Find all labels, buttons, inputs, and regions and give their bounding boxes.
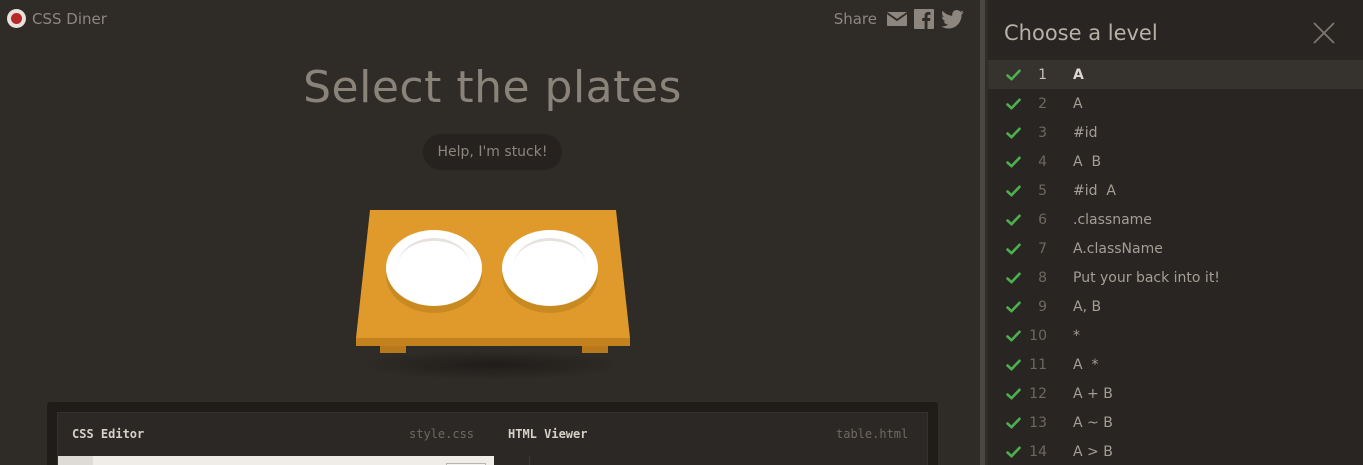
checkmark-icon: [1006, 330, 1023, 342]
level-number: 5: [1038, 182, 1047, 199]
share-bar: Share: [834, 9, 964, 29]
checkmark-icon: [1006, 359, 1023, 371]
level-name: A + B: [1073, 385, 1113, 402]
css-editor-title: CSS Editor: [72, 427, 145, 441]
facebook-icon[interactable]: [914, 9, 934, 29]
level-instruction-title: Select the plates: [303, 62, 682, 113]
html-line-gutter: [529, 456, 530, 465]
level-number: 3: [1038, 124, 1047, 141]
level-number: 10: [1029, 327, 1047, 344]
app-name: CSS Diner: [32, 9, 107, 28]
css-line-gutter: [58, 456, 93, 465]
level-number: 4: [1038, 153, 1047, 170]
checkmark-icon: [1006, 243, 1023, 255]
level-name: #id: [1073, 124, 1098, 141]
editor-panel: CSS Editor style.css HTML Viewer table.h…: [47, 402, 938, 465]
checkmark-icon: [1006, 98, 1023, 110]
level-name: A: [1073, 66, 1084, 83]
checkmark-icon: [1006, 185, 1023, 197]
level-number: 14: [1029, 443, 1047, 460]
level-name: A ~ B: [1073, 414, 1113, 431]
level-item[interactable]: 5 #id A: [988, 176, 1363, 205]
share-label: Share: [833, 10, 877, 28]
html-viewer-filename: table.html: [836, 427, 909, 441]
checkmark-icon: [1006, 69, 1023, 81]
level-item[interactable]: 12 A + B: [988, 379, 1363, 408]
level-name: .classname: [1073, 211, 1152, 228]
level-name: A, B: [1073, 298, 1102, 315]
checkmark-icon: [1006, 214, 1023, 226]
level-item[interactable]: 3 #id: [988, 118, 1363, 147]
panel-scrollbar[interactable]: [978, 0, 988, 465]
email-icon[interactable]: [887, 11, 907, 27]
level-number: 12: [1029, 385, 1047, 402]
editor-window: CSS Editor style.css HTML Viewer table.h…: [57, 412, 928, 465]
css-editor-filename: style.css: [409, 427, 475, 441]
level-item[interactable]: 7 A.className: [988, 234, 1363, 263]
level-number: 8: [1038, 269, 1047, 286]
level-name: A B: [1073, 153, 1102, 170]
dinner-table: [354, 208, 632, 380]
plate[interactable]: [502, 230, 598, 306]
level-name: A.className: [1073, 240, 1163, 257]
level-item[interactable]: 8 Put your back into it!: [988, 263, 1363, 292]
checkmark-icon: [1006, 272, 1023, 284]
checkmark-icon: [1006, 156, 1023, 168]
level-item[interactable]: 4 A B: [988, 147, 1363, 176]
sidebar-title: Choose a level: [1004, 21, 1158, 45]
level-name: A: [1073, 95, 1083, 112]
level-number: 6: [1038, 211, 1047, 228]
checkmark-icon: [1006, 127, 1023, 139]
level-item[interactable]: 11 A *: [988, 350, 1363, 379]
checkmark-icon: [1006, 388, 1023, 400]
plate[interactable]: [386, 230, 482, 306]
level-number: 11: [1029, 356, 1047, 373]
level-number: 9: [1038, 298, 1047, 315]
level-sidebar: Choose a level 1 A 2 A 3 #id 4 A B 5 #id A 6 .class…: [988, 0, 1363, 465]
html-viewer-title: HTML Viewer: [508, 427, 588, 441]
level-item[interactable]: 9 A, B: [988, 292, 1363, 321]
level-name: Put your back into it!: [1073, 269, 1220, 286]
css-diner-logo-icon: [7, 9, 26, 28]
level-name: #id A: [1073, 182, 1116, 199]
level-item[interactable]: 2A: [988, 89, 1363, 118]
level-item[interactable]: 1A: [988, 60, 1363, 89]
twitter-icon[interactable]: [941, 9, 964, 29]
help-button[interactable]: Help, I'm stuck!: [423, 134, 562, 170]
level-number: 1: [1038, 66, 1047, 83]
close-icon[interactable]: [1313, 22, 1335, 44]
level-item[interactable]: 10 *: [988, 321, 1363, 350]
checkmark-icon: [1006, 417, 1023, 429]
level-list: 1 A 2 A 3 #id 4 A B 5 #id A 6 .classname 7 A.classNam…: [988, 60, 1363, 465]
css-selector-input[interactable]: [58, 456, 494, 465]
level-item[interactable]: 14 A > B: [988, 437, 1363, 465]
level-item[interactable]: 6 .classname: [988, 205, 1363, 234]
checkmark-icon: [1006, 301, 1023, 313]
app-logo[interactable]: CSS Diner: [7, 9, 107, 28]
level-number: 13: [1029, 414, 1047, 431]
level-number: 2: [1038, 95, 1047, 112]
level-item[interactable]: 13 A ~ B: [988, 408, 1363, 437]
table-shadow: [360, 350, 626, 380]
level-name: A *: [1073, 356, 1099, 373]
checkmark-icon: [1006, 446, 1023, 458]
level-name: *: [1073, 327, 1080, 344]
level-name: A > B: [1073, 443, 1113, 460]
level-number: 7: [1038, 240, 1047, 257]
game-area: CSS Diner Share Select the plates Help, …: [0, 0, 978, 465]
